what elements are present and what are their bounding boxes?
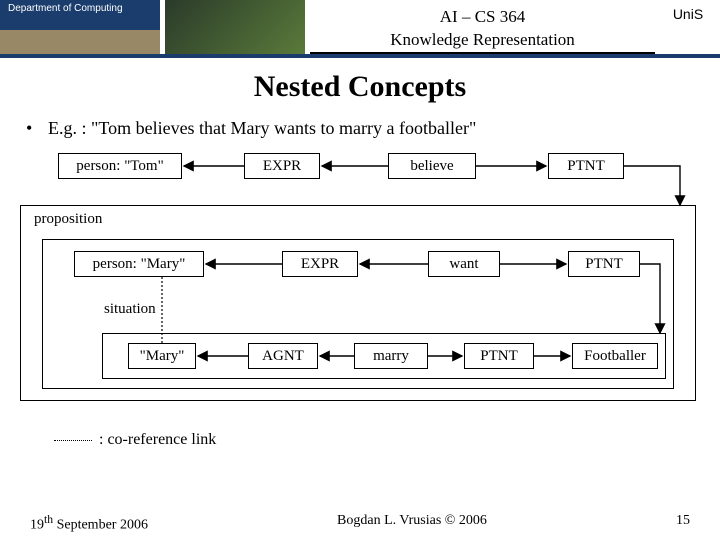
node-ptnt-2: PTNT — [568, 251, 640, 277]
course-subtitle: Knowledge Representation — [390, 30, 575, 49]
footer-date: 19th September 2006 — [30, 513, 148, 534]
node-believe: believe — [388, 153, 476, 179]
node-mary-ref: "Mary" — [128, 343, 196, 369]
node-ptnt-1: PTNT — [548, 153, 624, 179]
situation-label: situation — [104, 301, 156, 318]
uni-logo: UniS — [662, 6, 714, 32]
slide-title: Nested Concepts — [0, 70, 720, 104]
course-title: AI – CS 364 Knowledge Representation — [310, 6, 655, 54]
slide-footer: 19th September 2006 Bogdan L. Vrusias © … — [0, 513, 720, 534]
header-photo-1 — [0, 30, 160, 54]
concept-diagram: person: "Tom" EXPR believe PTNT proposit… — [20, 153, 700, 423]
node-expr-1: EXPR — [244, 153, 320, 179]
node-marry: marry — [354, 343, 428, 369]
dept-banner: Department of Computing — [0, 0, 160, 30]
node-expr-2: EXPR — [282, 251, 358, 277]
coref-dash-icon — [54, 440, 92, 441]
footer-author: Bogdan L. Vrusias © 2006 — [337, 513, 487, 534]
example-bullet: •E.g. : "Tom believes that Mary wants to… — [26, 118, 720, 139]
node-person-mary: person: "Mary" — [74, 251, 204, 277]
footer-page: 15 — [676, 513, 690, 534]
node-agnt: AGNT — [248, 343, 318, 369]
node-person-tom: person: "Tom" — [58, 153, 182, 179]
node-want: want — [428, 251, 500, 277]
header-photo-2 — [165, 0, 305, 54]
node-footballer: Footballer — [572, 343, 658, 369]
coref-text: : co-reference link — [95, 431, 216, 448]
coref-legend: : co-reference link — [54, 431, 720, 449]
node-ptnt-3: PTNT — [464, 343, 534, 369]
slide-header: Department of Computing AI – CS 364 Know… — [0, 0, 720, 58]
proposition-label: proposition — [34, 211, 102, 228]
course-code: AI – CS 364 — [440, 7, 525, 26]
example-text: E.g. : "Tom believes that Mary wants to … — [48, 118, 476, 138]
